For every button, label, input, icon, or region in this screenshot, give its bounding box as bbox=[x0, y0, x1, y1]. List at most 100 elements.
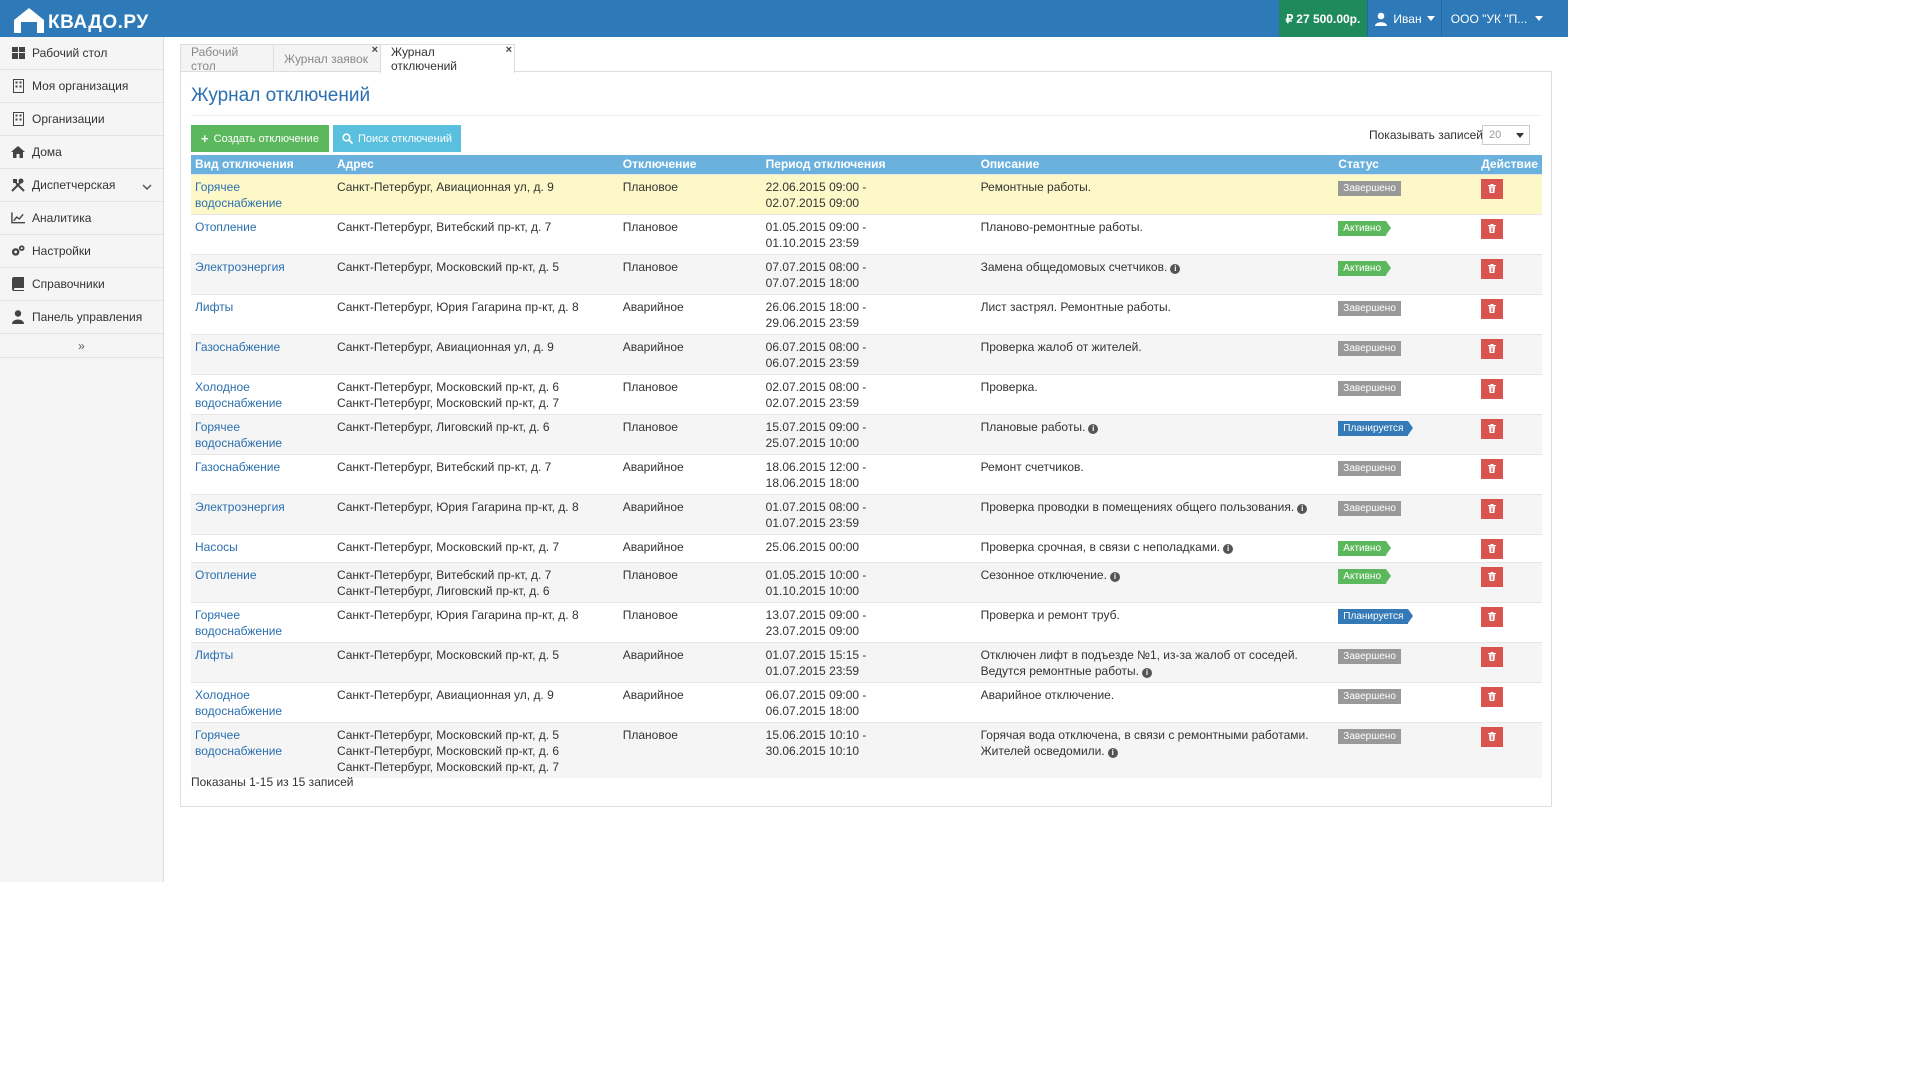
sidebar-item-dispatch[interactable]: Диспетчерская bbox=[0, 169, 163, 202]
info-icon[interactable]: i bbox=[1109, 571, 1120, 582]
create-outage-button[interactable]: + Создать отключение bbox=[191, 125, 329, 152]
per-page-select[interactable]: 20 bbox=[1482, 125, 1530, 145]
table-row: Холодное водоснабжение Санкт-Петербург, М… bbox=[191, 373, 1542, 414]
delete-button[interactable] bbox=[1481, 646, 1504, 667]
cell-address: Санкт-Петербург, Юрия Гагарина пр-кт, д.… bbox=[332, 293, 619, 334]
outage-type-link[interactable]: Электроэнергия bbox=[195, 500, 285, 514]
delete-button[interactable] bbox=[1481, 458, 1504, 479]
info-icon[interactable]: i bbox=[1297, 503, 1308, 514]
info-icon[interactable]: i bbox=[1088, 423, 1099, 434]
org-menu[interactable]: ООО "УК "П... bbox=[1441, 0, 1552, 37]
delete-button[interactable] bbox=[1481, 566, 1504, 587]
delete-button[interactable] bbox=[1481, 298, 1504, 319]
outage-type-link[interactable]: Лифты bbox=[195, 648, 233, 662]
divider bbox=[191, 115, 1541, 116]
info-icon[interactable]: i bbox=[1141, 667, 1152, 678]
sidebar-item-control-panel[interactable]: Панель управления bbox=[0, 301, 163, 334]
sidebar-item-houses[interactable]: Дома bbox=[0, 136, 163, 169]
sidebar-item-desktop[interactable]: Рабочий стол bbox=[0, 37, 163, 70]
delete-button[interactable] bbox=[1481, 338, 1504, 359]
column-header[interactable]: Отключение bbox=[618, 155, 762, 174]
cell-period: 25.06.2015 00:00 bbox=[761, 533, 977, 562]
cell-period: 01.05.2015 10:00 -01.10.2015 10:00 bbox=[761, 561, 977, 602]
tab-request-journal[interactable]: Журнал заявок × bbox=[273, 44, 381, 72]
description-text: Замена общедомовых счетчиков. bbox=[980, 259, 1168, 274]
column-header[interactable]: Вид отключения bbox=[191, 155, 333, 174]
outage-type-link[interactable]: Горячее водоснабжение bbox=[195, 728, 282, 758]
column-header[interactable]: Адрес bbox=[332, 155, 619, 174]
delete-button[interactable] bbox=[1481, 726, 1504, 747]
period-line: 01.07.2015 15:15 - bbox=[765, 647, 867, 662]
outage-type-link[interactable]: Электроэнергия bbox=[195, 260, 285, 274]
outage-type-link[interactable]: Отопление bbox=[195, 220, 257, 234]
delete-button[interactable] bbox=[1481, 498, 1504, 519]
cell-period: 01.05.2015 09:00 -01.10.2015 23:59 bbox=[761, 213, 977, 254]
cell-kind: Плановое bbox=[618, 373, 762, 414]
description-line: Замена общедомовых счетчиков. i bbox=[981, 259, 1331, 275]
cell-address: Санкт-Петербург, Юрия Гагарина пр-кт, д.… bbox=[332, 493, 619, 534]
user-menu[interactable]: Иван bbox=[1367, 0, 1441, 37]
sidebar-item-references[interactable]: Справочники bbox=[0, 268, 163, 301]
cell-period: 22.06.2015 09:00 -02.07.2015 09:00 bbox=[761, 173, 977, 214]
address-line: Санкт-Петербург, Московский пр-кт, д. 5 bbox=[336, 647, 560, 662]
delete-button[interactable] bbox=[1481, 418, 1504, 439]
column-header[interactable]: Статус bbox=[1334, 155, 1478, 174]
delete-button[interactable] bbox=[1481, 258, 1504, 279]
info-icon[interactable]: i bbox=[1107, 747, 1118, 758]
tab-desktop[interactable]: Рабочий стол bbox=[180, 44, 274, 73]
delete-button[interactable] bbox=[1481, 538, 1504, 559]
cell-address: Санкт-Петербург, Авиационная ул, д. 9 bbox=[332, 681, 619, 722]
logo-text: КВАДО.РУ bbox=[48, 12, 149, 33]
trash-icon bbox=[1488, 304, 1497, 313]
period-line: 02.07.2015 09:00 bbox=[765, 195, 860, 210]
outage-type-link[interactable]: Горячее водоснабжение bbox=[195, 180, 282, 210]
cell-status: Завершено bbox=[1334, 293, 1478, 334]
close-icon[interactable]: × bbox=[506, 44, 512, 56]
cell-address: Санкт-Петербург, Лиговский пр-кт, д. 6 bbox=[332, 413, 619, 454]
description-line: Проверка и ремонт труб. bbox=[981, 607, 1331, 623]
grid-icon bbox=[11, 46, 25, 60]
delete-button[interactable] bbox=[1481, 686, 1504, 707]
column-header[interactable]: Период отключения bbox=[761, 155, 977, 174]
column-header[interactable]: Описание bbox=[976, 155, 1335, 174]
delete-button[interactable] bbox=[1481, 218, 1504, 239]
trash-icon bbox=[1488, 544, 1497, 553]
trash-icon bbox=[1488, 344, 1497, 353]
cell-kind: Плановое bbox=[618, 173, 762, 214]
delete-button[interactable] bbox=[1481, 178, 1504, 199]
sidebar-item-settings[interactable]: Настройки bbox=[0, 235, 163, 268]
sidebar-item-organizations[interactable]: Организации bbox=[0, 103, 163, 136]
outage-type-link[interactable]: Горячее водоснабжение bbox=[195, 420, 282, 450]
delete-button[interactable] bbox=[1481, 606, 1504, 627]
cell-kind: Плановое bbox=[618, 413, 762, 454]
description-text: Ремонт счетчиков. bbox=[980, 459, 1084, 474]
outage-type-link[interactable]: Холодное водоснабжение bbox=[195, 688, 282, 718]
cell-kind: Аварийное bbox=[618, 533, 762, 562]
outage-type-link[interactable]: Газоснабжение bbox=[195, 340, 280, 354]
cell-description: Горячая вода отключена, в связи с ремонт… bbox=[976, 721, 1335, 778]
outage-type-link[interactable]: Насосы bbox=[195, 540, 238, 554]
outage-type-link[interactable]: Лифты bbox=[195, 300, 233, 314]
info-icon[interactable]: i bbox=[1223, 543, 1234, 554]
address-line: Санкт-Петербург, Авиационная ул, д. 9 bbox=[336, 687, 554, 702]
search-outages-button[interactable]: Поиск отключений bbox=[333, 125, 461, 152]
sidebar-item-my-organization[interactable]: Моя организация bbox=[0, 70, 163, 103]
period-line: 06.07.2015 23:59 bbox=[765, 355, 860, 370]
address-line: Санкт-Петербург, Юрия Гагарина пр-кт, д.… bbox=[336, 499, 579, 514]
tab-outage-journal[interactable]: Журнал отключений × bbox=[380, 44, 515, 73]
sidebar-item-analytics[interactable]: Аналитика bbox=[0, 202, 163, 235]
logo[interactable]: КВАДО.РУ bbox=[12, 4, 149, 34]
close-icon[interactable]: × bbox=[372, 44, 378, 56]
sidebar-collapse-button[interactable]: » bbox=[0, 334, 163, 358]
cell-type: Электроэнергия bbox=[191, 493, 333, 534]
period-line: 30.06.2015 10:10 bbox=[765, 743, 860, 758]
outage-type-link[interactable]: Горячее водоснабжение bbox=[195, 608, 282, 638]
balance-badge[interactable]: ₽ 27 500.00р. bbox=[1279, 0, 1367, 37]
caret-down-icon bbox=[1516, 133, 1524, 138]
outage-type-link[interactable]: Холодное водоснабжение bbox=[195, 380, 282, 410]
info-icon[interactable]: i bbox=[1170, 263, 1181, 274]
delete-button[interactable] bbox=[1481, 378, 1504, 399]
table-row: Газоснабжение Санкт-Петербург, Витебский … bbox=[191, 453, 1542, 494]
outage-type-link[interactable]: Газоснабжение bbox=[195, 460, 280, 474]
outage-type-link[interactable]: Отопление bbox=[195, 568, 257, 582]
